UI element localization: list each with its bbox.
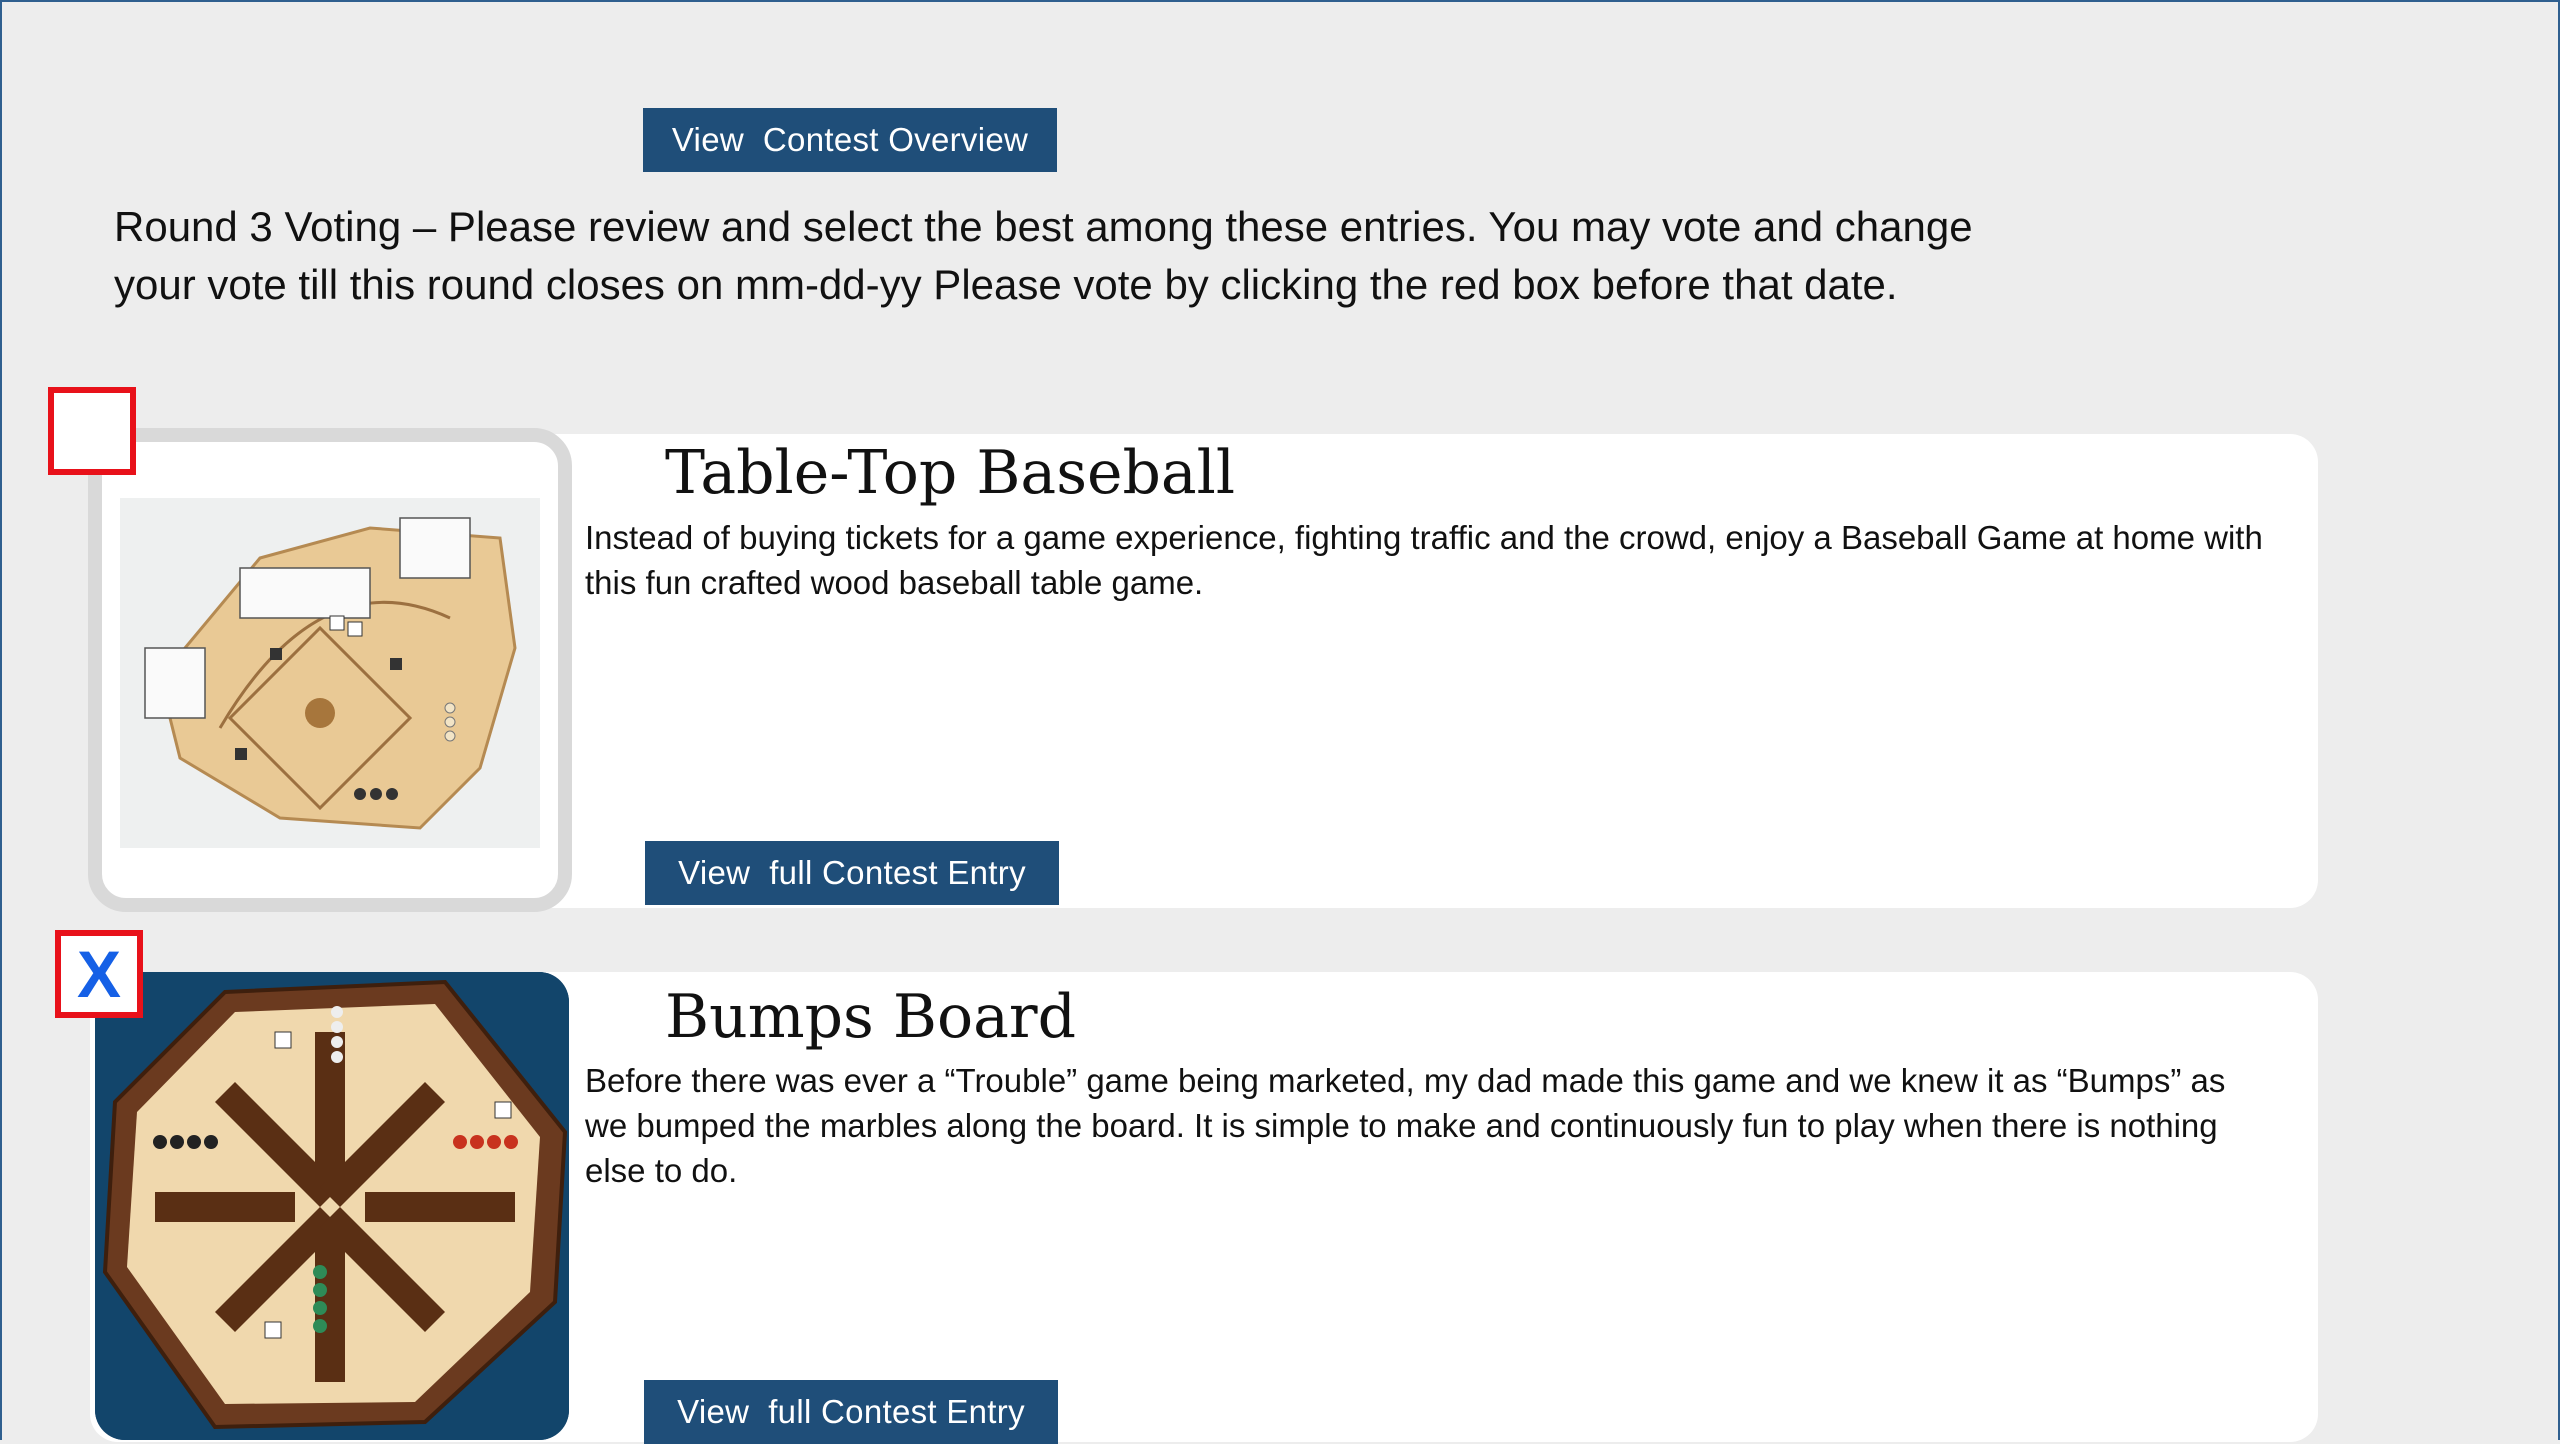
voting-instructions: Round 3 Voting – Please review and selec… xyxy=(114,198,2104,314)
vote-x-mark: X xyxy=(76,937,122,1011)
vote-checkbox-table-top-baseball[interactable] xyxy=(48,387,136,475)
entry-thumbnail xyxy=(95,972,569,1440)
entry-thumbnail-frame xyxy=(88,428,572,912)
instructions-line-1: Round 3 Voting – Please review and selec… xyxy=(114,203,1973,250)
vote-checkbox-bumps-board[interactable]: X xyxy=(55,930,143,1018)
baseball-board-image xyxy=(120,498,540,848)
entry-description: Instead of buying tickets for a game exp… xyxy=(585,519,2263,601)
instructions-line-2: your vote till this round closes on mm-d… xyxy=(114,261,1898,308)
view-full-entry-button[interactable]: View full Contest Entry xyxy=(644,1380,1058,1444)
bumps-board-image xyxy=(95,972,569,1440)
entry-title: Table-Top Baseball xyxy=(665,438,1236,508)
entry-title: Bumps Board xyxy=(665,982,1076,1052)
view-full-entry-button[interactable]: View full Contest Entry xyxy=(645,841,1059,905)
view-contest-overview-button[interactable]: View Contest Overview xyxy=(643,108,1057,172)
entry-description: Before there was ever a “Trouble” game b… xyxy=(585,1062,2226,1189)
